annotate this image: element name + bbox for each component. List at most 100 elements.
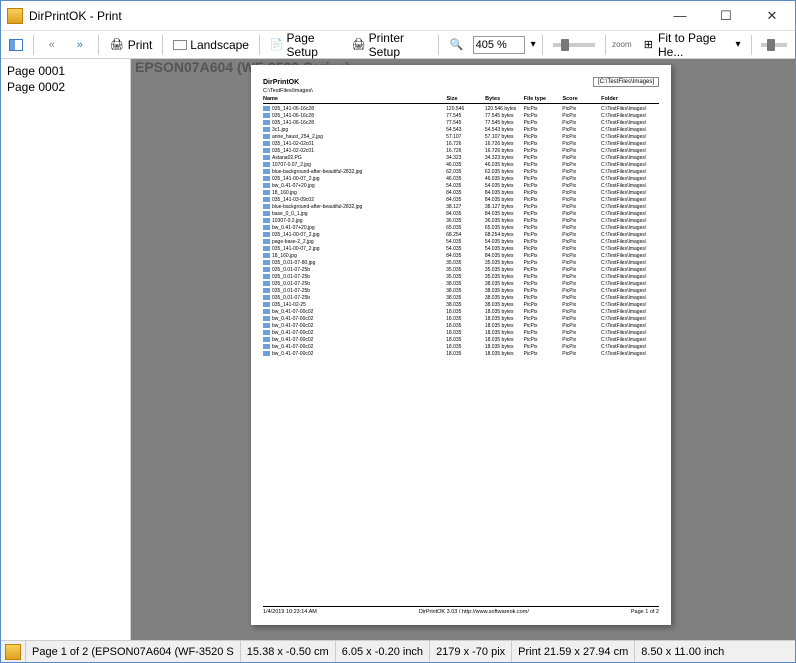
zoom-preset-button[interactable]: 🔍 [445, 34, 469, 56]
secondary-slider[interactable] [761, 43, 787, 47]
toolbar: « » 🖨Print Landscape 📄Page Setup 🖨Printe… [1, 31, 795, 59]
table-row: 035_141-06-16c2877.54577.545 bytesPicPix… [263, 112, 659, 119]
landscape-label: Landscape [190, 38, 249, 52]
col-size: Size [447, 96, 486, 102]
minimize-button[interactable]: — [657, 1, 703, 31]
double-left-icon: « [44, 37, 60, 53]
table-row: bw_0.41-07-00c0218.03518.035 bytesPicPix… [263, 322, 659, 329]
close-button[interactable]: ✕ [749, 1, 795, 31]
status-cursor-px: 2179 x -70 pix [429, 641, 511, 662]
footer-timestamp: 1/4/2019 10:23:14 AM [263, 609, 317, 615]
printer-setup-icon: 🖨 [352, 37, 366, 53]
status-bar: Page 1 of 2 (EPSON07A604 (WF-3520 S 15.3… [1, 640, 795, 662]
col-name: Name [263, 96, 447, 102]
printer-setup-button[interactable]: 🖨Printer Setup [348, 34, 432, 56]
app-icon [7, 8, 23, 24]
table-row: 035_0.01-07-80.jpg35.03535.035 bytesPicP… [263, 259, 659, 266]
zoom-slider[interactable] [553, 43, 596, 47]
fit-label: Fit to Page He... [658, 31, 731, 59]
table-row: 035_141-02-2538.03538.035 bytesPicPixPic… [263, 301, 659, 308]
col-bytes: Bytes [485, 96, 524, 102]
sidebar-page-2[interactable]: Page 0002 [7, 79, 124, 95]
page-preview: DirPrintOK [C:\TestFiles\Images] C:\Test… [251, 65, 671, 625]
page-back-button[interactable]: « [40, 34, 64, 56]
table-row: 10307-0.2.jpg36.03536.035 bytesPicPixPic… [263, 217, 659, 224]
table-row: 10707-0.07_2.jpg46.03546.035 bytesPicPix… [263, 161, 659, 168]
table-row: anne_haust_254_2.jpg57.10757.107 bytesPi… [263, 133, 659, 140]
col-filetype: File type [524, 96, 563, 102]
table-row: 3c1.jpg54.54354.543 bytesPicPixPicPixC:\… [263, 126, 659, 133]
page-path-box: [C:\TestFiles\Images] [593, 77, 659, 87]
title-bar: DirPrintOK - Print — ☐ ✕ [1, 1, 795, 31]
table-row: bw_0.41-07-00c0218.03518.035 bytesPicPix… [263, 308, 659, 315]
zoom-dropdown[interactable]: ▾ [531, 39, 536, 50]
zoom-input[interactable] [473, 36, 525, 54]
table-row: 035_141-06-16c28120.546120.546 bytesPicP… [263, 105, 659, 112]
table-row: blue-background-after-beautiful-2832.jpg… [263, 168, 659, 175]
table-row: 035_0.01-07-25b38.03538.035 bytesPicPixP… [263, 294, 659, 301]
table-row: bw_0.41-07-00c0218.03518.035 bytesPicPix… [263, 336, 659, 343]
panel-icon [9, 39, 23, 51]
table-row: base_0_0_1.jpg84.03584.035 bytesPicPixPi… [263, 210, 659, 217]
table-row: 18_160.jpg84.03584.035 bytesPicPixPicPix… [263, 189, 659, 196]
table-row: bw_0.41-07-00c0218.03518.035 bytesPicPix… [263, 315, 659, 322]
chevron-down-icon: ▾ [736, 39, 741, 50]
printer-icon: 🖨 [109, 37, 125, 53]
fit-icon: ⊞ [642, 37, 655, 53]
page-list-sidebar: Page 0001 Page 0002 [1, 59, 131, 640]
table-row: 035_141-00-07_2.jpg46.03546.035 bytesPic… [263, 175, 659, 182]
table-row: 035_141-02-02c0116.72616.726 bytesPicPix… [263, 147, 659, 154]
status-cursor-in: 6.05 x -0.20 inch [335, 641, 429, 662]
table-row: 035_141-00-07_2.jpg54.03554.035 bytesPic… [263, 245, 659, 252]
preview-area[interactable]: EPSON07A604 (WF-3520 Series) DirPrintOK … [131, 59, 795, 640]
table-row: bw_0.41-07-00c0218.03518.035 bytesPicPix… [263, 329, 659, 336]
table-row: blue-background-after-beautiful-2832.jpg… [263, 203, 659, 210]
sidebar-page-1[interactable]: Page 0001 [7, 63, 124, 79]
footer-app: DirPrintOK 3.03 / http://www.softwareok.… [317, 609, 631, 615]
page-setup-icon: 📄 [270, 37, 284, 53]
zoom-icon: 🔍 [449, 37, 465, 53]
page-setup-button[interactable]: 📄Page Setup [266, 34, 344, 56]
page-forward-button[interactable]: » [68, 34, 92, 56]
table-row: 035_141-02-02c0116.72616.726 bytesPicPix… [263, 140, 659, 147]
printer-setup-label: Printer Setup [369, 31, 428, 59]
table-row: bw_0.41-07+20.jpg54.03554.035 bytesPicPi… [263, 182, 659, 189]
table-row: 18_160.jpg84.03584.035 bytesPicPixPicPix… [263, 252, 659, 259]
col-folder: Folder [601, 96, 659, 102]
table-row: 035_141-00-07_2.jpg68.25468.254 bytesPic… [263, 231, 659, 238]
status-print-cm: Print 21.59 x 27.94 cm [511, 641, 634, 662]
landscape-icon [173, 40, 187, 50]
status-icon [5, 644, 21, 660]
col-score: Score [562, 96, 601, 102]
table-row: bw_0.41-07-00c0218.03518.035 bytesPicPix… [263, 350, 659, 357]
table-row: page-base-2_2.jpg54.03554.035 bytesPicPi… [263, 238, 659, 245]
table-row: 035_0.01-07-25b35.03535.035 bytesPicPixP… [263, 273, 659, 280]
main-area: Page 0001 Page 0002 EPSON07A604 (WF-3520… [1, 59, 795, 640]
table-row: Astana02.PG34.32334.323 bytesPicPixPicPi… [263, 154, 659, 161]
page-rows: 035_141-06-16c28120.546120.546 bytesPicP… [263, 105, 659, 357]
table-row: bw_0.41-07-00c0218.03518.035 bytesPicPix… [263, 343, 659, 350]
page-columns: Name Size Bytes File type Score Folder [263, 96, 659, 104]
print-label: Print [128, 38, 153, 52]
page-subpath: C:\TestFiles\Images\ [263, 88, 659, 94]
toggle-sidebar-button[interactable] [5, 34, 27, 56]
table-row: 035_141-06-16c2877.54577.545 bytesPicPix… [263, 119, 659, 126]
status-cursor-cm: 15.38 x -0.50 cm [240, 641, 335, 662]
double-right-icon: » [72, 37, 88, 53]
table-row: 035_0.01-07-25b38.03538.035 bytesPicPixP… [263, 287, 659, 294]
maximize-button[interactable]: ☐ [703, 1, 749, 31]
table-row: 035_0.01-07-25b35.03535.035 bytesPicPixP… [263, 266, 659, 273]
window-title: DirPrintOK - Print [29, 9, 657, 23]
page-setup-label: Page Setup [287, 31, 340, 59]
print-button[interactable]: 🖨Print [105, 34, 157, 56]
table-row: 035_0.01-07-25b38.03538.035 bytesPicPixP… [263, 280, 659, 287]
zoom-caption: zoom [612, 40, 632, 49]
status-page-info: Page 1 of 2 (EPSON07A604 (WF-3520 S [25, 641, 240, 662]
fit-to-page-button[interactable]: ⊞Fit to Page He... ▾ [638, 34, 745, 56]
status-print-in: 8.50 x 11.00 inch [634, 641, 730, 662]
page-footer: 1/4/2019 10:23:14 AM DirPrintOK 3.03 / h… [263, 606, 659, 615]
table-row: 035_141-03-09c0284.03584.035 bytesPicPix… [263, 196, 659, 203]
table-row: bw_0.41-07+20.jpg65.03565.035 bytesPicPi… [263, 224, 659, 231]
landscape-button[interactable]: Landscape [169, 34, 253, 56]
footer-page-num: Page 1 of 2 [631, 609, 659, 615]
